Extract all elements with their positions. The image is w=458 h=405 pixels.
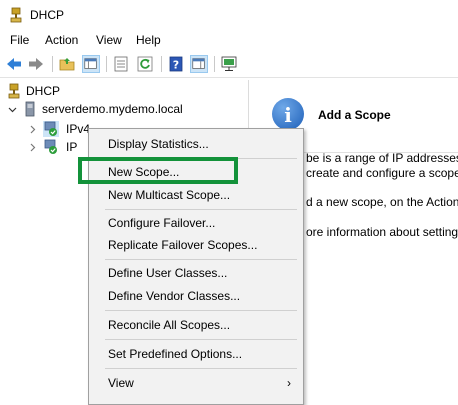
window-title: DHCP: [30, 8, 65, 22]
description-line: d a new scope, on the Action m: [306, 195, 458, 209]
console-tree-icon[interactable]: [82, 55, 100, 73]
menu-item-set-predefined-options[interactable]: Set Predefined Options...: [89, 343, 303, 365]
menu-item-label: New Multicast Scope...: [108, 188, 231, 202]
menu-action[interactable]: Action: [45, 33, 78, 47]
menu-separator: [105, 209, 297, 210]
server-icon: [25, 101, 35, 117]
title-bar: DHCP: [0, 0, 458, 30]
properties-icon[interactable]: [112, 55, 130, 73]
menu-item-label: Configure Failover...: [108, 216, 216, 230]
menu-item-display-statistics[interactable]: Display Statistics...: [89, 133, 303, 155]
tree-label-ipv6: IP: [66, 140, 78, 154]
back-icon[interactable]: [5, 55, 23, 73]
menu-file[interactable]: File: [10, 33, 29, 47]
menu-item-label: Define Vendor Classes...: [108, 289, 241, 303]
description-line: be is a range of IP addresses as: [306, 151, 458, 165]
menu-item-configure-failover[interactable]: Configure Failover...: [89, 212, 303, 234]
description-line: ore information about setting: [306, 225, 458, 239]
dhcp-icon: [8, 83, 20, 99]
menu-item-view[interactable]: View ›: [89, 372, 303, 394]
menu-item-label: Replicate Failover Scopes...: [108, 238, 258, 252]
description-line: create and configure a scope I: [306, 166, 458, 180]
menu-separator: [105, 310, 297, 311]
chevron-right-icon[interactable]: [28, 143, 37, 152]
refresh-icon[interactable]: [136, 55, 154, 73]
toolbar: ?: [0, 51, 458, 78]
action-pane-icon[interactable]: [190, 55, 208, 73]
toolbar-separator: [214, 56, 215, 72]
tree-label-server: serverdemo.mydemo.local: [42, 102, 183, 116]
forward-icon[interactable]: [27, 55, 45, 73]
tree-item-server[interactable]: serverdemo.mydemo.local: [8, 100, 228, 118]
svg-text:?: ?: [173, 59, 179, 72]
chevron-down-icon[interactable]: [8, 105, 17, 114]
up-folder-icon[interactable]: [58, 55, 76, 73]
menu-view[interactable]: View: [96, 33, 122, 47]
toolbar-separator: [52, 56, 53, 72]
tree-label-ipv4: IPv4: [66, 122, 91, 136]
menu-item-define-user-classes[interactable]: Define User Classes...: [89, 262, 303, 284]
menu-item-label: Define User Classes...: [108, 266, 228, 280]
export-list-icon[interactable]: [220, 55, 238, 73]
add-scope-title: Add a Scope: [318, 108, 391, 122]
submenu-arrow-icon: ›: [287, 376, 291, 390]
ipv4-node-icon: [43, 121, 59, 137]
toolbar-separator: [161, 56, 162, 72]
toolbar-separator: [106, 56, 107, 72]
tree-label-dhcp: DHCP: [26, 84, 61, 98]
menu-item-replicate-failover-scopes[interactable]: Replicate Failover Scopes...: [89, 234, 303, 256]
menu-item-define-vendor-classes[interactable]: Define Vendor Classes...: [89, 285, 303, 307]
menu-help[interactable]: Help: [136, 33, 161, 47]
dhcp-app-icon: [10, 7, 22, 23]
menu-separator: [105, 339, 297, 340]
help-icon[interactable]: ?: [167, 55, 185, 73]
menu-item-label: Reconcile All Scopes...: [108, 318, 231, 332]
menu-item-label: Set Predefined Options...: [108, 347, 243, 361]
menu-separator: [105, 259, 297, 260]
menu-bar: File Action View Help: [0, 30, 458, 50]
menu-item-label: Display Statistics...: [108, 137, 209, 151]
menu-separator: [105, 368, 297, 369]
chevron-right-icon[interactable]: [28, 125, 37, 134]
ipv6-node-icon: [44, 139, 57, 154]
info-icon: i: [272, 98, 304, 130]
menu-item-new-multicast-scope[interactable]: New Multicast Scope...: [89, 184, 303, 206]
new-scope-highlight-box: [78, 157, 238, 184]
menu-item-reconcile-all-scopes[interactable]: Reconcile All Scopes...: [89, 314, 303, 336]
tree-item-ipv6[interactable]: IP: [28, 138, 88, 156]
menu-item-label: View: [108, 376, 134, 390]
tree-item-dhcp[interactable]: DHCP: [6, 82, 126, 100]
